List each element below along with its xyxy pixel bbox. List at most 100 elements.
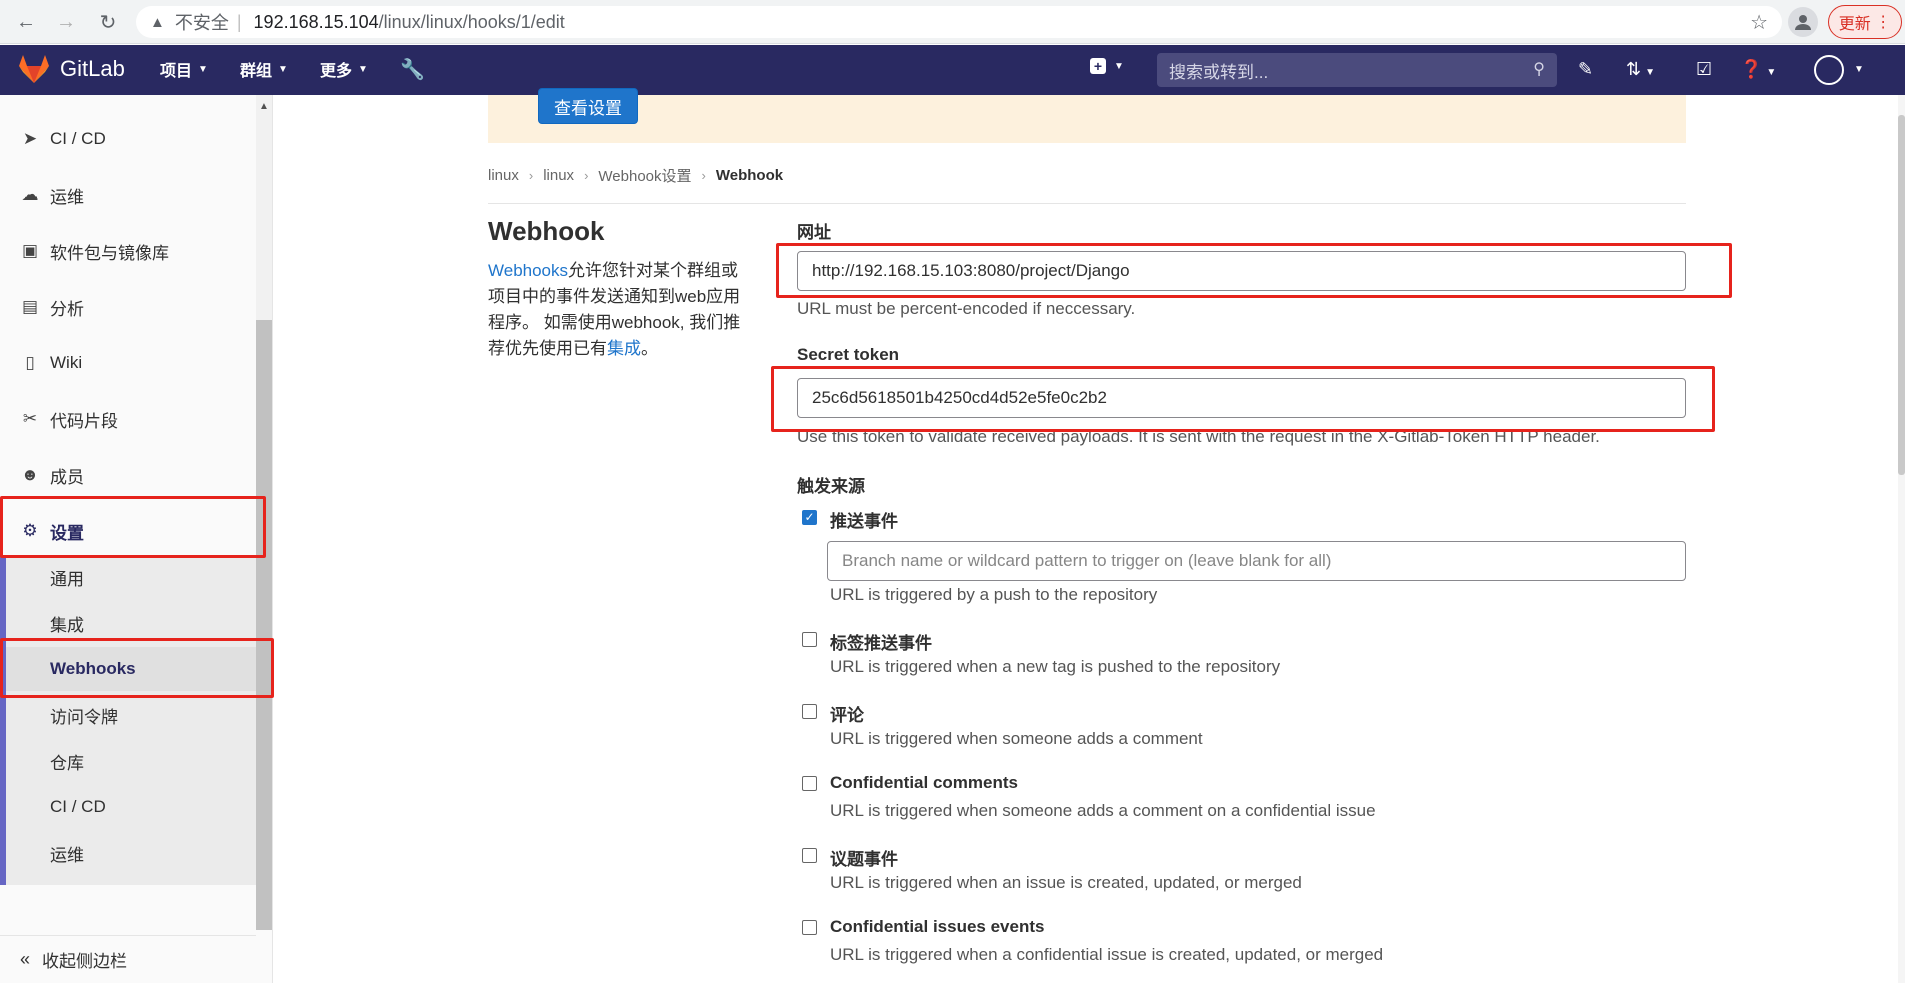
todos-icon[interactable]: ☑ (1696, 59, 1712, 80)
sidebar-item-cicd[interactable]: ➤ CI / CD (0, 119, 256, 159)
issues-events-checkbox[interactable] (802, 848, 817, 863)
submenu-item-webhooks[interactable]: Webhooks (6, 647, 256, 691)
merge-requests-icon[interactable]: ⇅ ▼ (1626, 59, 1655, 80)
view-settings-button[interactable]: 查看设置 (538, 88, 638, 124)
submenu-item-label: Webhooks (50, 659, 136, 678)
help-icon[interactable]: ❓ ▼ (1740, 59, 1776, 80)
submenu-item-cicd[interactable]: CI / CD (6, 787, 256, 827)
submenu-item-label: 集成 (50, 615, 84, 635)
sidebar-item-operations[interactable]: ☁ 运维 (0, 175, 256, 215)
main-scrollbar[interactable] (1898, 95, 1905, 983)
submenu-item-general[interactable]: 通用 (6, 557, 256, 597)
sidebar-item-label: 软件包与镜像库 (50, 243, 169, 263)
push-events-help: URL is triggered by a push to the reposi… (830, 585, 1158, 604)
brand-name: GitLab (60, 56, 125, 81)
cloud-icon: ☁ (21, 185, 39, 204)
breadcrumb-item[interactable]: Webhook设置 (598, 165, 691, 186)
issues-events-help: URL is triggered when an issue is create… (830, 873, 1302, 892)
submenu-item-operations[interactable]: 运维 (6, 833, 256, 873)
sidebar-item-wiki[interactable]: ▯ Wiki (0, 343, 256, 383)
comments-help: URL is triggered when someone adds a com… (830, 729, 1203, 748)
sidebar-item-analytics[interactable]: ▤ 分析 (0, 287, 256, 327)
search-placeholder: 搜索或转到... (1169, 62, 1269, 82)
url-separator: | (236, 11, 242, 32)
issues-events-label: 议题事件 (830, 850, 898, 869)
collapse-sidebar-label: 收起侧边栏 (42, 952, 128, 971)
submenu-item-integrations[interactable]: 集成 (6, 603, 256, 643)
browser-toolbar: ← → ↻ ▲ 不安全 | 192.168.15.104 /linux/linu… (0, 0, 1905, 44)
branch-filter-input[interactable]: Branch name or wildcard pattern to trigg… (827, 541, 1686, 581)
submenu-item-repository[interactable]: 仓库 (6, 741, 256, 781)
submenu-item-access-tokens[interactable]: 访问令牌 (6, 695, 256, 735)
sidebar-item-packages[interactable]: ▣ 软件包与镜像库 (0, 231, 256, 271)
sidebar-item-members[interactable]: ☻ 成员 (0, 455, 256, 495)
breadcrumb: linux › linux › Webhook设置 › Webhook (488, 165, 783, 186)
warning-icon: ▲ (150, 13, 165, 31)
admin-wrench-icon[interactable]: 🔧 (400, 57, 425, 82)
submenu-item-label: 通用 (50, 569, 84, 589)
confidential-issues-help: URL is triggered when a confidential iss… (830, 945, 1384, 964)
insecure-label: 不安全 (174, 13, 229, 33)
menu-more-label: 更多 (320, 63, 353, 80)
issues-icon[interactable]: ✎ (1578, 59, 1593, 80)
chevron-down-icon: ▼ (1114, 60, 1124, 72)
tag-push-events-checkbox[interactable] (802, 632, 817, 647)
submenu-item-label: 运维 (50, 845, 84, 865)
comments-checkbox[interactable] (802, 704, 817, 719)
chevron-down-icon: ▼ (358, 63, 368, 75)
sidebar-item-settings[interactable]: ⚙ 设置 (0, 511, 256, 551)
view-settings-label: 查看设置 (554, 98, 622, 118)
confidential-comments-help: URL is triggered when someone adds a com… (830, 801, 1376, 820)
integrations-link[interactable]: 集成 (607, 339, 641, 358)
sidebar-scrollbar-thumb[interactable] (256, 320, 272, 930)
confidential-comments-label: Confidential comments (830, 773, 1018, 792)
breadcrumb-item[interactable]: linux (488, 167, 519, 184)
reload-icon[interactable]: ↻ (94, 8, 122, 36)
package-icon: ▣ (21, 241, 39, 260)
breadcrumb-item[interactable]: linux (543, 167, 574, 184)
menu-more[interactable]: 更多 ▼ (320, 57, 368, 81)
sidebar-item-label: 设置 (50, 523, 84, 543)
secret-token-input[interactable]: 25c6d5618501b4250cd4d52e5fe0c2b2 (797, 378, 1686, 418)
forward-icon[interactable]: → (52, 8, 80, 36)
settings-alert-banner (488, 95, 1686, 143)
menu-projects[interactable]: 项目 ▼ (160, 57, 208, 81)
back-icon[interactable]: ← (12, 8, 40, 36)
new-dropdown[interactable]: + ▼ (1090, 58, 1124, 74)
gitlab-logo[interactable]: GitLab (18, 54, 125, 84)
menu-groups-label: 群组 (240, 63, 273, 80)
chevron-down-icon[interactable]: ▼ (1854, 64, 1864, 75)
chevron-right-icon: › (701, 168, 706, 183)
update-label: 更新 (1838, 16, 1871, 33)
url-input[interactable]: http://192.168.15.103:8080/project/Djang… (797, 251, 1686, 291)
browser-update-button[interactable]: 更新 ⋮ (1828, 5, 1902, 39)
gear-icon: ⚙ (22, 521, 38, 540)
browser-profile-icon[interactable] (1788, 7, 1818, 37)
bookmark-star-icon[interactable]: ☆ (1750, 10, 1768, 35)
address-bar[interactable]: ▲ 不安全 | 192.168.15.104 /linux/linux/hook… (136, 6, 1782, 38)
secret-token-label: Secret token (797, 345, 900, 364)
url-host: 192.168.15.104 (253, 11, 379, 32)
confidential-issues-label: Confidential issues events (830, 917, 1045, 936)
menu-groups[interactable]: 群组 ▼ (240, 57, 288, 81)
tag-push-events-label: 标签推送事件 (830, 634, 932, 653)
double-chevron-left-icon: « (20, 949, 31, 969)
submenu-item-label: 访问令牌 (50, 707, 118, 727)
push-events-checkbox[interactable]: ✓ (802, 510, 817, 525)
menu-projects-label: 项目 (160, 63, 193, 80)
sidebar-item-snippets[interactable]: ✂ 代码片段 (0, 399, 256, 439)
url-path: /linux/linux/hooks/1/edit (378, 11, 565, 32)
scroll-up-arrow-icon[interactable]: ▲ (259, 101, 269, 112)
sidebar-scrollbar[interactable]: ▲ (256, 95, 272, 930)
confidential-issues-checkbox[interactable] (802, 920, 817, 935)
sidebar-item-label: CI / CD (50, 129, 106, 148)
main-scrollbar-thumb[interactable] (1898, 115, 1905, 475)
chart-icon: ▤ (21, 297, 39, 316)
collapse-sidebar-button[interactable]: « 收起侧边栏 (0, 935, 256, 983)
search-input[interactable]: 搜索或转到... ⚲ (1157, 53, 1557, 87)
webhooks-docs-link[interactable]: Webhooks (488, 261, 568, 280)
breadcrumb-divider (488, 203, 1686, 204)
plus-square-icon: + (1090, 58, 1106, 74)
confidential-comments-checkbox[interactable] (802, 776, 817, 791)
user-avatar[interactable] (1814, 55, 1844, 85)
